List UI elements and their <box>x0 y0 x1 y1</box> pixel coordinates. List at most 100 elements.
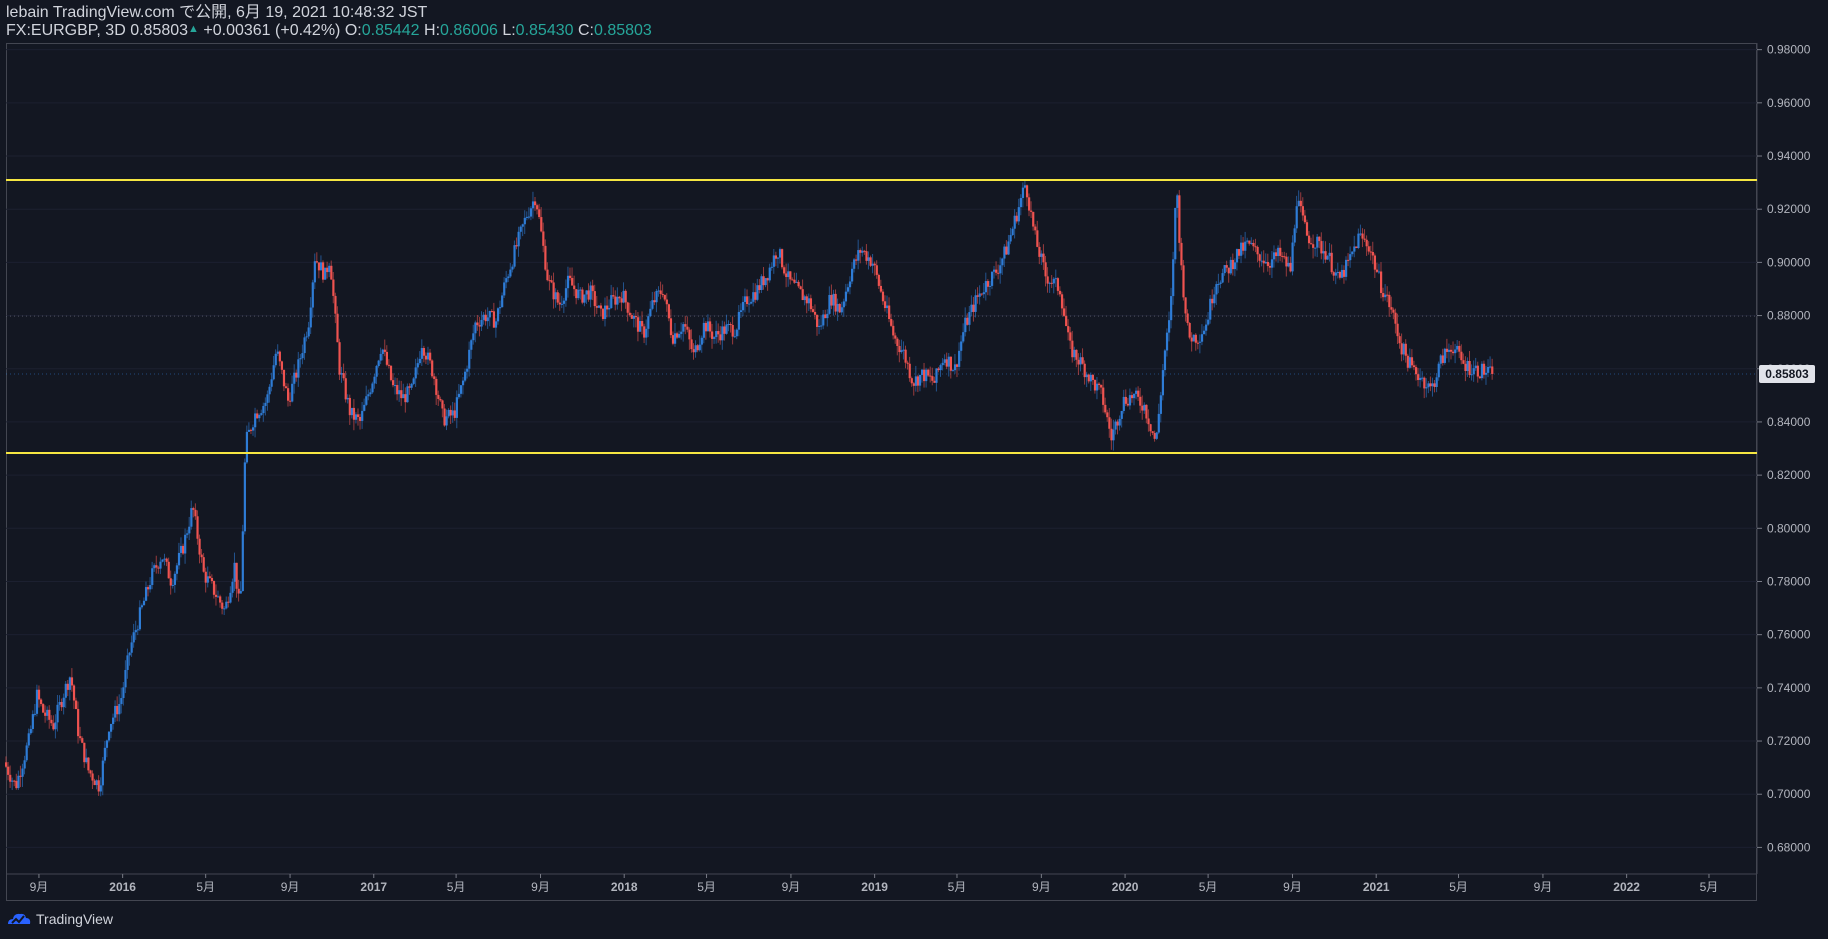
candle-up <box>700 337 703 345</box>
price-axis[interactable]: 0.68000 0.70000 0.72000 0.74000 0.76000 0.780… <box>1757 43 1811 855</box>
candle-down <box>387 364 391 366</box>
candle-down <box>1058 290 1062 295</box>
candle-up <box>651 300 654 309</box>
candle-up <box>447 409 450 417</box>
candle-down <box>208 576 211 578</box>
candle-up <box>1233 262 1237 270</box>
price-tick-label: 0.80000 <box>1767 521 1811 535</box>
candle-up <box>21 768 24 777</box>
candle-up <box>517 231 520 247</box>
candle-down <box>894 335 897 339</box>
candle-down <box>896 338 899 347</box>
candle-down <box>731 324 734 337</box>
candle-down <box>210 577 214 581</box>
candle-down <box>1394 312 1397 324</box>
candle-down <box>1186 313 1189 323</box>
candle-down <box>686 326 689 330</box>
candle-up <box>1297 200 1300 207</box>
candle-up <box>1272 252 1276 260</box>
last-price-tag: 0.85803 <box>1759 364 1815 383</box>
candle-up <box>254 413 257 428</box>
candle-down <box>97 780 100 792</box>
candle-down <box>805 296 808 304</box>
candle-down <box>1275 252 1278 257</box>
candle-up <box>597 305 601 308</box>
candle-down <box>1116 421 1119 426</box>
footer[interactable]: TradingView <box>6 910 113 928</box>
candle-up <box>68 677 72 690</box>
candle-down <box>1042 253 1045 263</box>
candle-down <box>42 704 45 713</box>
candle-up <box>1159 395 1162 414</box>
candle-up <box>1198 341 1202 343</box>
candle-down <box>169 578 172 586</box>
candle-up <box>474 322 477 334</box>
price-chart[interactable]: 0.68000 0.70000 0.72000 0.74000 0.76000 0.780… <box>0 0 1828 939</box>
candle-up <box>958 350 961 367</box>
candle-up <box>925 369 928 382</box>
price-tick-label: 0.84000 <box>1767 415 1811 429</box>
candle-down <box>1342 269 1346 277</box>
candle-up <box>1384 294 1387 298</box>
candle-up <box>694 345 697 353</box>
candle-up <box>1174 207 1177 260</box>
candle-down <box>949 356 952 371</box>
candle-up <box>29 728 32 734</box>
candle-down <box>1102 387 1105 405</box>
candle-up <box>698 344 701 351</box>
candle-up <box>375 365 378 377</box>
candle-down <box>1330 252 1333 273</box>
time-tick-label: 9月 <box>30 880 49 894</box>
candle-down <box>1110 428 1113 441</box>
candle-down <box>1190 337 1193 342</box>
candle-down <box>1404 343 1407 356</box>
candle-down <box>671 335 675 344</box>
time-tick-label: 2017 <box>360 880 387 894</box>
candle-down <box>81 738 84 743</box>
candle-up <box>760 276 763 290</box>
candle-up <box>159 561 162 569</box>
candle-down <box>1180 242 1183 266</box>
candle-down <box>1449 349 1453 352</box>
candle-up <box>466 368 469 372</box>
candle-down <box>612 295 615 297</box>
candle-down <box>1262 260 1265 264</box>
candle-down <box>515 245 518 247</box>
candle-down <box>396 385 399 395</box>
candle-down <box>344 378 347 400</box>
candle-up <box>171 584 174 586</box>
candle-up <box>461 380 465 386</box>
candle-up <box>1345 259 1348 277</box>
candle-down <box>599 305 603 309</box>
candle-up <box>151 568 154 585</box>
candle-down <box>336 313 339 343</box>
candle-up <box>149 584 152 590</box>
candle-up <box>499 307 502 309</box>
candle-down <box>1106 412 1109 418</box>
candle-up <box>984 281 987 293</box>
time-axis[interactable]: 9月 2016 5月 9月 2017 5月 9月 2018 5月 9月 2019 5月 9月 2020 5月… <box>30 874 1719 894</box>
candle-down <box>1056 278 1060 291</box>
candle-down <box>1363 238 1366 240</box>
candle-up <box>118 703 121 715</box>
candle-down <box>688 329 691 340</box>
candle-up <box>1466 360 1469 372</box>
candle-up <box>276 351 279 354</box>
candle-up <box>136 629 139 631</box>
candle-up <box>188 526 191 534</box>
candle-down <box>634 316 638 318</box>
candle-down <box>295 372 298 378</box>
candle-up <box>1079 357 1082 365</box>
candle-up <box>35 689 39 714</box>
candle-down <box>408 386 411 388</box>
candle-down <box>334 295 337 314</box>
candle-down <box>359 416 362 421</box>
candle-down <box>1396 323 1399 337</box>
candle-up <box>488 311 491 318</box>
candle-up <box>680 331 683 334</box>
candle-down <box>618 296 621 299</box>
candle-down <box>754 292 757 300</box>
candle-down <box>433 376 436 379</box>
candle-down <box>667 304 671 319</box>
candle-up <box>299 358 302 360</box>
